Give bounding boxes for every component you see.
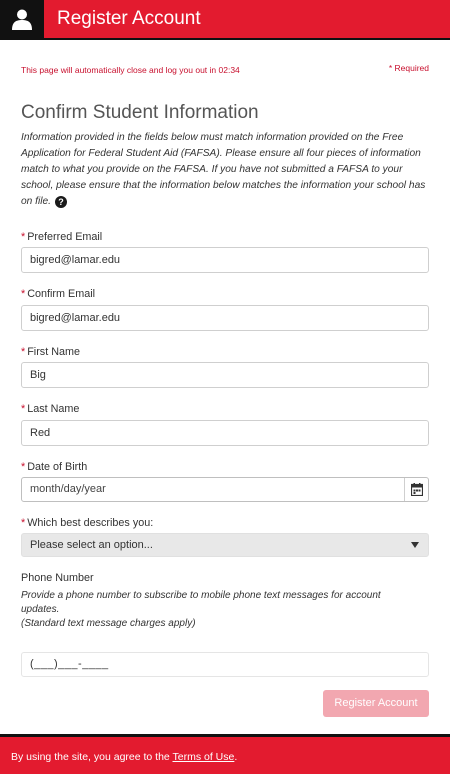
phone-number-input[interactable]: (___)___-____: [21, 652, 429, 677]
date-of-birth-input[interactable]: month/day/year: [21, 477, 429, 502]
calendar-button[interactable]: [404, 478, 428, 501]
describes-you-label-text: Which best describes you:: [27, 517, 154, 529]
required-star: *: [21, 517, 26, 529]
page-title: Register Account: [57, 8, 201, 29]
required-note: * Required: [388, 63, 429, 73]
preferred-email-label-text: Preferred Email: [27, 231, 103, 243]
app-footer: By using the site, you agree to the Term…: [0, 734, 450, 774]
date-of-birth-label: * Date of Birth: [21, 461, 87, 473]
required-star: *: [21, 461, 26, 473]
required-star: *: [21, 346, 26, 358]
describes-you-selected-value: Please select an option...: [30, 539, 153, 551]
first-name-input[interactable]: Big: [21, 362, 429, 388]
preferred-email-input[interactable]: bigred@lamar.edu: [21, 247, 429, 273]
description-text: Information provided in the fields below…: [21, 132, 426, 207]
user-icon-box: [0, 0, 44, 40]
confirm-email-label: * Confirm Email: [21, 288, 95, 300]
session-timer: This page will automatically close and l…: [21, 65, 240, 75]
section-title: Confirm Student Information: [21, 102, 259, 123]
preferred-email-label: * Preferred Email: [21, 231, 102, 243]
last-name-label-text: Last Name: [27, 403, 80, 415]
footer-text: By using the site, you agree to the Term…: [11, 751, 237, 763]
footer-prefix: By using the site, you agree to the: [11, 751, 173, 763]
last-name-label: * Last Name: [21, 403, 79, 415]
help-icon[interactable]: ?: [55, 196, 68, 208]
footer-suffix: .: [234, 751, 238, 763]
required-star: *: [21, 403, 26, 415]
phone-number-mask: (___)___-____: [30, 658, 109, 670]
app-header: Register Account: [0, 0, 450, 40]
describes-you-label: * Which best describes you:: [21, 517, 153, 529]
phone-description-line1: Provide a phone number to subscribe to m…: [21, 590, 381, 615]
required-star: *: [21, 288, 26, 300]
register-account-button[interactable]: Register Account: [323, 690, 429, 717]
confirm-email-label-text: Confirm Email: [27, 288, 95, 300]
first-name-label-text: First Name: [27, 346, 80, 358]
describes-you-select[interactable]: Please select an option...: [21, 533, 429, 557]
confirm-email-input[interactable]: bigred@lamar.edu: [21, 305, 429, 331]
chevron-down-icon: [411, 542, 419, 548]
date-of-birth-placeholder: month/day/year: [30, 483, 106, 495]
user-icon: [12, 9, 32, 30]
first-name-label: * First Name: [21, 346, 80, 358]
phone-number-label: Phone Number: [21, 572, 94, 584]
date-of-birth-label-text: Date of Birth: [27, 461, 88, 473]
phone-description-line2: (Standard text message charges apply): [21, 618, 196, 629]
calendar-icon: [411, 483, 423, 496]
terms-of-use-link[interactable]: Terms of Use: [173, 751, 235, 763]
last-name-input[interactable]: Red: [21, 420, 429, 446]
required-star: *: [21, 231, 26, 243]
phone-description: Provide a phone number to subscribe to m…: [21, 589, 421, 631]
section-description: Information provided in the fields below…: [21, 130, 431, 210]
